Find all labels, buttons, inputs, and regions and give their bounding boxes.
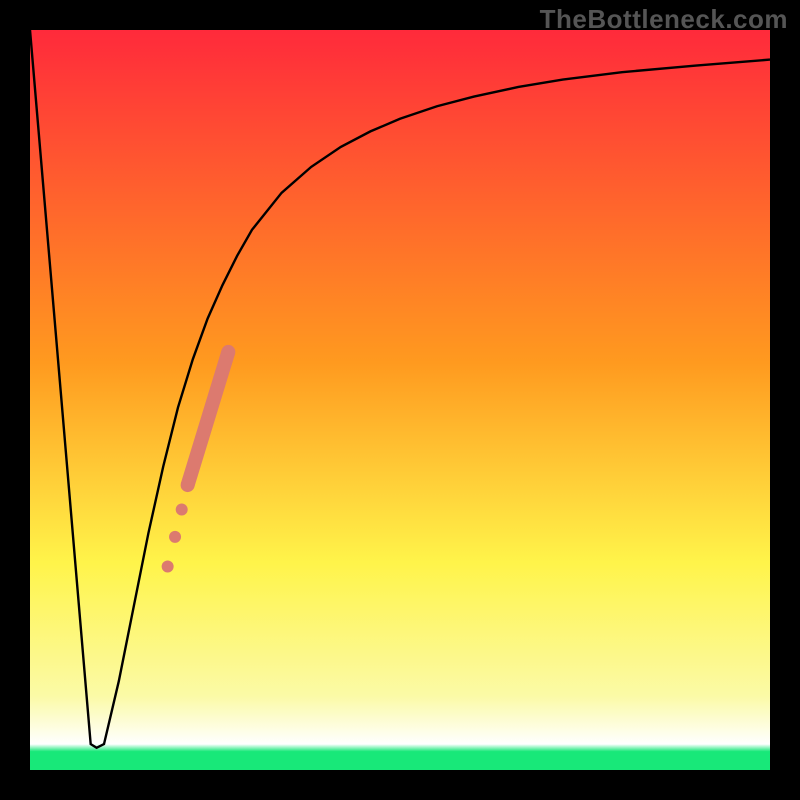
highlight-dot: [162, 561, 174, 573]
gradient-background: [30, 30, 770, 770]
plot-area: [30, 30, 770, 770]
chart-frame: TheBottleneck.com: [0, 0, 800, 800]
highlight-dot: [169, 531, 181, 543]
highlight-band-cap: [181, 478, 195, 492]
highlight-band-cap: [221, 345, 235, 359]
chart-svg: [30, 30, 770, 770]
highlight-dot: [176, 504, 188, 516]
